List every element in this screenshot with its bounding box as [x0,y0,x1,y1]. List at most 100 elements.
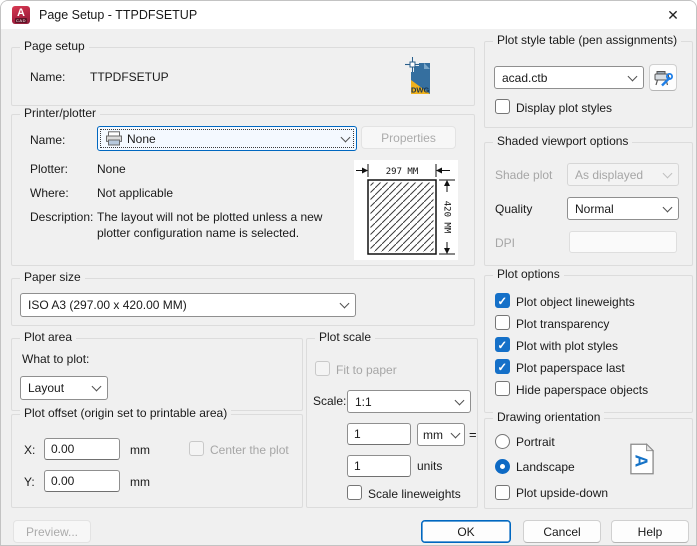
window-title: Page Setup - TTPDFSETUP [39,8,198,22]
printer-name-value: None [127,131,156,146]
plot-scale-group-title: Plot scale [315,330,376,344]
offset-y-label: Y: [24,475,35,489]
plot-area-group-title: Plot area [20,330,77,344]
chevron-down-icon [340,132,351,142]
plotter-label: Plotter: [30,162,69,176]
scale-drawing-units-input[interactable] [347,455,411,477]
plot-style-editor-icon [654,70,673,86]
description-label: Description: [30,210,94,224]
plot-transparency-label: Plot transparency [516,317,610,331]
scale-select[interactable]: 1:1 [347,390,471,413]
offset-x-unit: mm [130,443,150,457]
close-icon[interactable]: ✕ [650,1,696,29]
plot-object-lineweights-checkbox[interactable] [495,293,510,308]
preview-button: Preview... [13,520,91,543]
plot-options-group-title: Plot options [493,267,564,281]
plot-upside-down-label: Plot upside-down [516,486,609,500]
plot-paperspace-last-checkbox[interactable] [495,359,510,374]
plot-upside-down-checkbox[interactable] [495,485,510,500]
preview-button-label: Preview... [25,524,79,539]
chevron-down-icon [662,202,673,212]
autocad-icon-sub: CAD [15,18,27,23]
plot-with-plot-styles-checkbox[interactable] [495,337,510,352]
scale-label: Scale: [313,394,347,408]
plot-paperspace-last-label: Plot paperspace last [516,361,625,375]
paper-height-dimension: 420 MM [442,201,452,234]
fit-to-paper-checkbox [315,361,330,376]
plot-offset-group: Plot offset (origin set to printable are… [11,406,303,508]
help-button[interactable]: Help [611,520,689,543]
offset-x-label: X: [24,443,36,457]
dpi-input [569,231,677,253]
page-setup-group-title: Page setup [20,39,89,53]
chevron-down-icon [662,168,673,178]
paper-preview-graphic: 297 MM 420 MM [356,164,455,255]
chevron-down-icon [450,428,461,438]
printer-plotter-group-title: Printer/plotter [20,106,101,120]
where-value: Not applicable [97,186,174,200]
offset-y-unit: mm [130,475,150,489]
help-button-label: Help [637,524,663,539]
paper-width-dimension: 297 MM [386,167,419,177]
ok-button[interactable]: OK [421,520,511,543]
scale-lineweights-checkbox[interactable] [347,485,362,500]
plotter-value: None [97,162,126,176]
what-to-plot-label: What to plot: [22,352,90,366]
offset-x-input[interactable] [44,438,120,460]
paper-size-group: Paper size ISO A3 (297.00 x 420.00 MM) [11,270,475,326]
quality-select[interactable]: Normal [567,197,679,220]
dwg-file-icon: DWG [405,57,430,95]
ok-button-label: OK [457,524,475,539]
hide-paperspace-objects-label: Hide paperspace objects [516,383,649,397]
display-plot-styles-checkbox[interactable] [495,99,510,114]
scale-unit-value: mm [423,427,443,442]
chevron-down-icon [91,381,102,392]
equals-sign: = [469,427,477,442]
plot-style-group-title: Plot style table (pen assignments) [493,33,682,47]
properties-button-label: Properties [381,130,436,145]
chevron-down-icon [339,298,350,309]
paper-size-select[interactable]: ISO A3 (297.00 x 420.00 MM) [20,293,356,317]
drawing-orientation-group: Drawing orientation Portrait Landscape P… [484,410,693,509]
page-setup-dialog: A CAD Page Setup - TTPDFSETUP ✕ Page set… [0,0,697,546]
dpi-label: DPI [495,236,516,250]
landscape-label: Landscape [516,460,575,474]
units-label: units [417,459,443,473]
plot-object-lineweights-label: Plot object lineweights [516,295,635,309]
portrait-radio[interactable] [495,434,510,449]
what-to-plot-value: Layout [28,381,65,395]
printer-name-label: Name: [30,133,66,147]
shaded-viewport-group: Shaded viewport options Shade plot As di… [484,134,693,266]
paper-size-value: ISO A3 (297.00 x 420.00 MM) [28,298,187,312]
landscape-radio[interactable] [495,459,510,474]
dwg-badge-text: DWG [411,86,429,95]
chevron-down-icon [627,71,638,81]
quality-value: Normal [575,201,614,216]
chevron-down-icon [454,395,465,405]
center-the-plot-checkbox [189,441,204,456]
scale-value: 1:1 [355,394,372,409]
svg-text:A: A [632,455,652,468]
plot-scale-group: Plot scale Fit to paper Scale: 1:1 mm = … [306,330,478,508]
scale-unit-select[interactable]: mm [417,423,465,446]
shaded-viewport-group-title: Shaded viewport options [493,134,633,148]
printer-plotter-group: Printer/plotter Name: None Properties Pl… [11,106,475,266]
cancel-button[interactable]: Cancel [523,520,601,543]
page-setup-group: Page setup Name: TTPDFSETUP DWG [11,39,475,106]
center-the-plot-label: Center the plot [210,443,289,457]
where-label: Where: [30,186,69,200]
plot-style-value: acad.ctb [502,70,548,85]
plot-offset-group-title: Plot offset (origin set to printable are… [20,406,232,420]
hide-paperspace-objects-checkbox[interactable] [495,381,510,396]
plot-transparency-checkbox[interactable] [495,315,510,330]
edit-plot-style-button[interactable] [649,64,677,91]
scale-lineweights-label: Scale lineweights [368,487,461,501]
page-setup-name-value: TTPDFSETUP [90,70,169,84]
paper-preview: 297 MM 420 MM [354,160,458,260]
what-to-plot-select[interactable]: Layout [20,376,108,400]
printer-name-select[interactable]: None [97,126,357,151]
offset-y-input[interactable] [44,470,120,492]
plot-style-select[interactable]: acad.ctb [494,66,644,89]
scale-paper-units-input[interactable] [347,423,411,445]
autocad-app-icon: A CAD [12,6,30,24]
